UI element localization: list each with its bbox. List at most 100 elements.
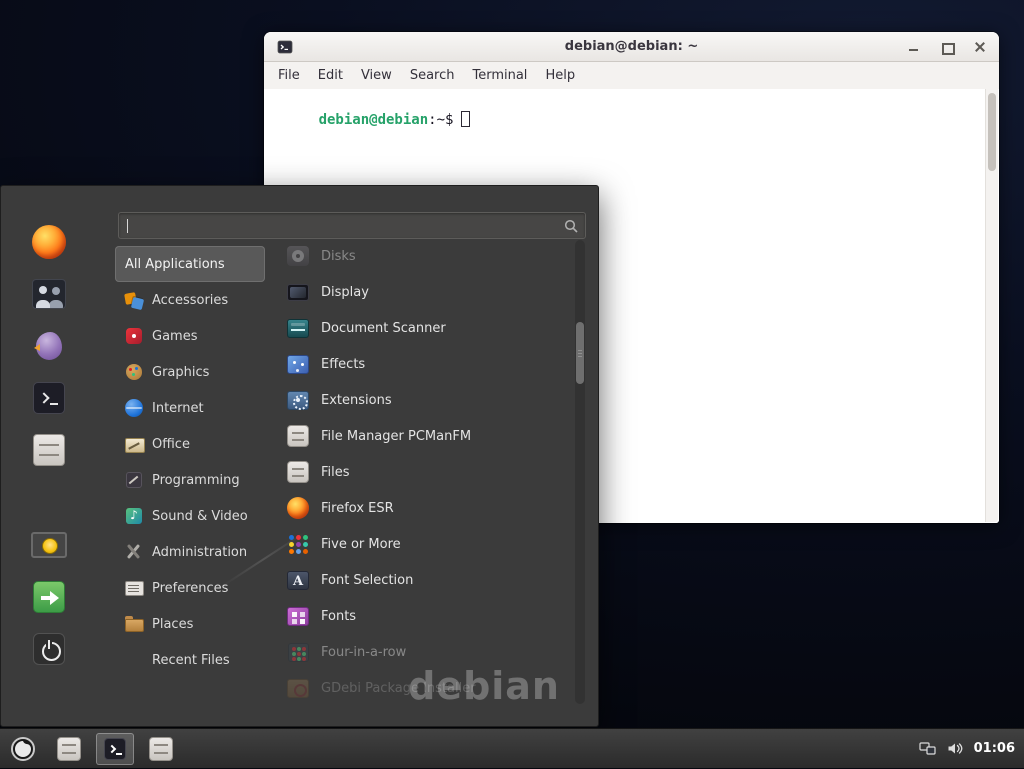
effects-icon xyxy=(287,355,309,374)
search-input[interactable] xyxy=(126,213,564,238)
debian-watermark: debian xyxy=(408,664,560,708)
application-menu: All Applications Accessories Games Graph… xyxy=(0,185,599,727)
app-extensions[interactable]: Extensions xyxy=(284,382,568,418)
category-graphics[interactable]: Graphics xyxy=(115,354,265,390)
app-disks[interactable]: Disks xyxy=(284,238,568,274)
firefox-icon xyxy=(287,497,309,519)
accessories-icon xyxy=(125,291,143,309)
favorite-terminal-button[interactable] xyxy=(19,376,79,420)
taskbar-terminal-button[interactable] xyxy=(96,733,134,765)
category-sound-video[interactable]: Sound & Video xyxy=(115,498,265,534)
files-icon xyxy=(149,737,173,761)
window-title: debian@debian: ~ xyxy=(264,39,999,54)
app-document-scanner[interactable]: Document Scanner xyxy=(284,310,568,346)
category-recent-files[interactable]: Recent Files xyxy=(115,642,265,678)
taskbar-file-manager-button[interactable] xyxy=(50,733,88,765)
maximize-icon[interactable] xyxy=(941,41,953,53)
display-icon xyxy=(287,284,309,301)
desktop: debian@debian: ~ File Edit View Search T… xyxy=(0,0,1024,768)
favorite-firefox-button[interactable] xyxy=(19,220,79,264)
places-icon xyxy=(125,615,143,633)
app-five-or-more[interactable]: Five or More xyxy=(284,526,568,562)
terminal-scrollbar[interactable] xyxy=(985,89,998,522)
extensions-icon xyxy=(287,391,309,410)
sound-video-icon xyxy=(125,507,143,525)
shutdown-icon xyxy=(33,633,65,665)
app-effects[interactable]: Effects xyxy=(284,346,568,382)
logout-icon xyxy=(33,581,65,613)
terminal-app-icon xyxy=(277,39,293,55)
category-preferences[interactable]: Preferences xyxy=(115,570,265,606)
magnifier-icon xyxy=(564,219,578,233)
menu-view[interactable]: View xyxy=(352,64,401,87)
category-office[interactable]: Office xyxy=(115,426,265,462)
category-list: All Applications Accessories Games Graph… xyxy=(115,246,265,678)
menu-scrollbar-thumb[interactable] xyxy=(576,322,584,384)
terminal-scrollbar-thumb[interactable] xyxy=(988,93,996,171)
fonts-icon xyxy=(287,607,309,626)
user-accounts-icon xyxy=(32,279,66,309)
internet-icon xyxy=(125,399,143,417)
window-controls xyxy=(908,41,986,53)
app-file-manager-pcmanfm[interactable]: File Manager PCManFM xyxy=(284,418,568,454)
lock-screen-icon xyxy=(31,532,67,558)
graphics-icon xyxy=(125,363,143,381)
search-box[interactable] xyxy=(118,212,586,239)
category-all-applications[interactable]: All Applications xyxy=(115,246,265,282)
category-programming[interactable]: Programming xyxy=(115,462,265,498)
menu-search[interactable]: Search xyxy=(401,64,464,87)
favorite-pidgin-button[interactable] xyxy=(19,324,79,368)
prompt-user: debian@debian xyxy=(319,112,429,128)
app-fonts[interactable]: Fonts xyxy=(284,598,568,634)
category-accessories[interactable]: Accessories xyxy=(115,282,265,318)
app-font-selection[interactable]: Font Selection xyxy=(284,562,568,598)
menu-file[interactable]: File xyxy=(269,64,309,87)
category-internet[interactable]: Internet xyxy=(115,390,265,426)
scrollbar-grip xyxy=(578,353,582,354)
menu-edit[interactable]: Edit xyxy=(309,64,352,87)
menu-help[interactable]: Help xyxy=(536,64,584,87)
lock-screen-button[interactable] xyxy=(19,523,79,567)
games-icon xyxy=(125,327,143,345)
files-icon xyxy=(287,461,309,483)
document-scanner-icon xyxy=(287,319,309,338)
disks-icon xyxy=(287,246,309,266)
prompt-path: :~$ xyxy=(428,112,453,128)
font-selection-icon xyxy=(287,571,309,590)
clock[interactable]: 01:06 xyxy=(974,741,1015,756)
minimize-icon[interactable] xyxy=(908,41,920,53)
preferences-icon xyxy=(125,579,143,597)
terminal-icon xyxy=(104,738,126,760)
menu-button[interactable] xyxy=(0,729,46,769)
terminal-menubar: File Edit View Search Terminal Help xyxy=(264,62,999,89)
close-icon[interactable] xyxy=(974,41,986,53)
five-or-more-icon xyxy=(288,534,308,554)
menu-terminal[interactable]: Terminal xyxy=(463,64,536,87)
category-places[interactable]: Places xyxy=(115,606,265,642)
four-in-a-row-icon xyxy=(288,643,309,662)
network-icon[interactable] xyxy=(919,741,936,756)
app-files[interactable]: Files xyxy=(284,454,568,490)
terminal-titlebar[interactable]: debian@debian: ~ xyxy=(264,32,999,62)
category-administration[interactable]: Administration xyxy=(115,534,265,570)
file-manager-icon xyxy=(33,434,65,466)
favorite-user-accounts-button[interactable] xyxy=(19,272,79,316)
taskbar-files-button[interactable] xyxy=(142,733,180,765)
shutdown-button[interactable] xyxy=(19,627,79,671)
file-manager-icon xyxy=(287,425,309,447)
menu-logo-icon xyxy=(10,736,36,762)
terminal-icon xyxy=(33,382,65,414)
programming-icon xyxy=(125,471,143,489)
category-games[interactable]: Games xyxy=(115,318,265,354)
office-icon xyxy=(125,435,143,453)
volume-icon[interactable] xyxy=(947,741,963,756)
app-firefox-esr[interactable]: Firefox ESR xyxy=(284,490,568,526)
file-manager-icon xyxy=(57,737,81,761)
pidgin-icon xyxy=(34,330,64,362)
logout-button[interactable] xyxy=(19,575,79,619)
menu-scrollbar[interactable] xyxy=(575,240,585,704)
taskbar: 01:06 xyxy=(0,728,1024,768)
favorite-file-manager-button[interactable] xyxy=(19,428,79,472)
system-tray: 01:06 xyxy=(919,741,1024,756)
app-display[interactable]: Display xyxy=(284,274,568,310)
